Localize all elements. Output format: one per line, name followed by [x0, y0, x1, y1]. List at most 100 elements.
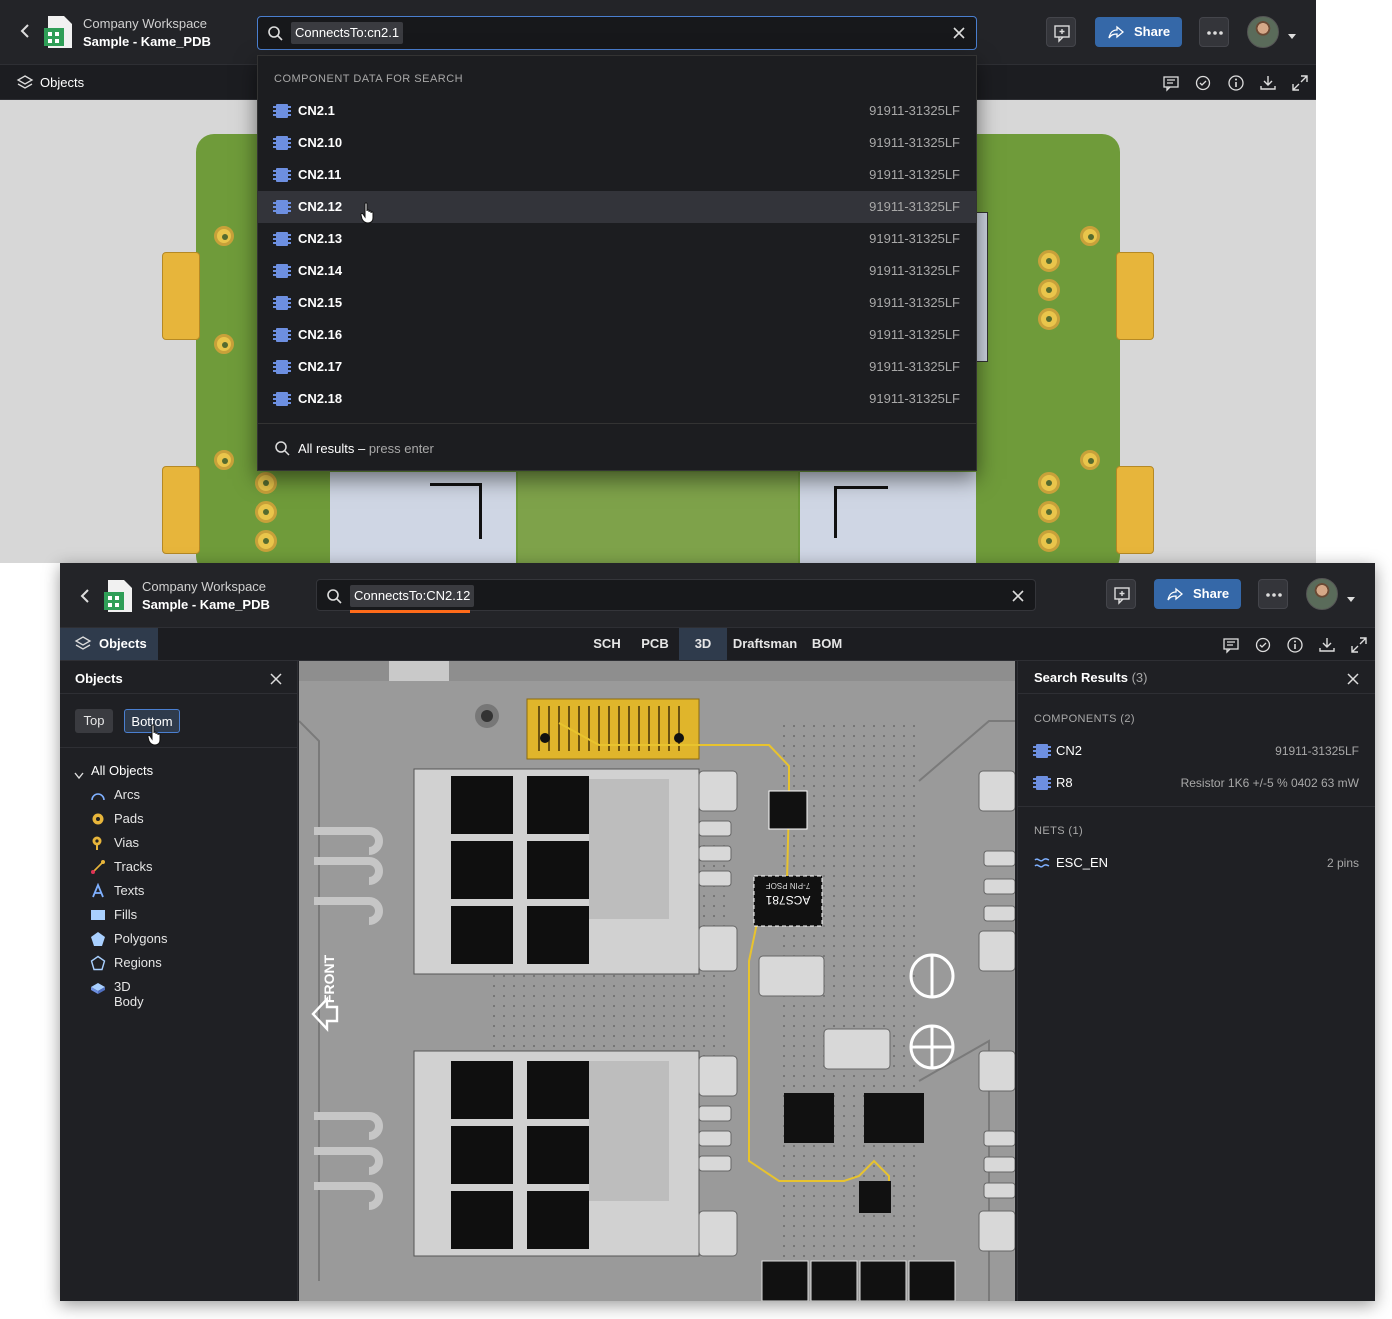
tab-bom[interactable]: BOM [806, 628, 848, 660]
suggestion-item[interactable]: CN2.1 91911-31325LF [258, 95, 976, 127]
search-box[interactable]: ConnectsTo:CN2.12 [316, 579, 1036, 613]
user-avatar[interactable] [1306, 578, 1338, 610]
result-name: CN2 [1056, 743, 1083, 758]
result-name: R8 [1056, 775, 1073, 790]
result-component-r8[interactable]: R8 Resistor 1K6 +/-5 % 0402 63 mW [1018, 769, 1375, 797]
object-label: Texts [114, 883, 145, 898]
layers-icon [74, 635, 92, 653]
panel-divider [1018, 693, 1375, 694]
search-input[interactable]: ConnectsTo:CN2.12 [350, 585, 475, 607]
suggestion-item[interactable]: CN2.18 91911-31325LF [258, 383, 976, 415]
comment-button[interactable] [1046, 17, 1076, 47]
back-icon[interactable] [16, 22, 34, 40]
pcb-marking [834, 486, 888, 538]
object-label: Pads [114, 811, 144, 826]
share-button[interactable]: Share [1154, 579, 1241, 609]
layers-icon [16, 74, 34, 92]
component-icon [273, 136, 291, 150]
object-label: 3D Body [114, 979, 144, 1009]
connector-left [162, 252, 200, 340]
search-box[interactable]: ConnectsTo:cn2.1 [257, 16, 977, 50]
download-icon[interactable] [1259, 74, 1277, 92]
fullscreen-icon[interactable] [1291, 74, 1309, 92]
tab-pcb[interactable]: PCB [634, 628, 676, 660]
region-icon [90, 955, 106, 971]
3d-body-icon [90, 979, 106, 995]
result-detail: Resistor 1K6 +/-5 % 0402 63 mW [1180, 776, 1359, 790]
objects-tab[interactable]: Objects [40, 75, 84, 90]
components-header: COMPONENTS (2) [1034, 713, 1135, 725]
side-top-button[interactable]: Top [75, 709, 113, 733]
clear-search-icon[interactable] [952, 26, 966, 40]
tab-draftsman[interactable]: Draftsman [732, 628, 798, 660]
component-icon [273, 200, 291, 214]
back-icon[interactable] [76, 587, 94, 605]
suggestion-item[interactable]: CN2.10 91911-31325LF [258, 127, 976, 159]
close-icon[interactable] [1347, 672, 1359, 685]
result-component-cn2[interactable]: CN2 91911-31325LF [1018, 737, 1375, 765]
all-objects-node[interactable]: All Objects [91, 763, 153, 778]
info-icon[interactable] [1286, 636, 1304, 654]
search-input[interactable]: ConnectsTo:cn2.1 [291, 22, 404, 44]
review-icon[interactable] [1194, 74, 1212, 92]
chevron-down-icon[interactable] [1346, 591, 1356, 602]
result-detail: 2 pins [1326, 856, 1359, 870]
share-button[interactable]: Share [1095, 17, 1182, 47]
suggestion-item[interactable]: CN2.16 91911-31325LF [258, 319, 976, 351]
suggestion-item[interactable]: CN2.11 91911-31325LF [258, 159, 976, 191]
pad-hole [255, 472, 277, 494]
suggestion-item[interactable]: CN2.13 91911-31325LF [258, 223, 976, 255]
dropdown-header: COMPONENT DATA FOR SEARCH [274, 73, 464, 85]
suggestion-item[interactable]: CN2.14 91911-31325LF [258, 255, 976, 287]
share-icon [1108, 24, 1125, 40]
comment-button[interactable] [1106, 579, 1136, 609]
chevron-down-icon[interactable] [74, 767, 84, 780]
download-icon[interactable] [1318, 636, 1336, 654]
more-options-button[interactable] [1258, 579, 1288, 609]
dropdown-divider [258, 423, 976, 424]
info-icon[interactable] [1227, 74, 1245, 92]
workspace-name: Company Workspace [142, 579, 267, 594]
pad-hole [1038, 530, 1060, 552]
comments-icon[interactable] [1162, 74, 1180, 92]
chip-marking: ACS781 [765, 893, 811, 907]
project-file-icon [42, 14, 76, 50]
component-icon [273, 328, 291, 342]
nets-header: NETS (1) [1034, 825, 1084, 837]
user-avatar[interactable] [1247, 16, 1279, 48]
fullscreen-icon[interactable] [1350, 636, 1368, 654]
comments-icon[interactable] [1222, 636, 1240, 654]
share-icon [1167, 586, 1184, 602]
suggestion-part-number: 91911-31325LF [869, 327, 960, 342]
pad-hole [1038, 501, 1060, 523]
more-options-button[interactable] [1199, 17, 1229, 47]
suggestion-part-number: 91911-31325LF [869, 359, 960, 374]
pcb-3d-view[interactable]: FRONT ACS781 7-PIN PSOF [299, 661, 1015, 1301]
suggestion-name: CN2.13 [298, 231, 343, 246]
close-icon[interactable] [270, 672, 282, 685]
object-label: Vias [114, 835, 140, 850]
objects-tab-label: Objects [99, 636, 147, 651]
review-icon[interactable] [1254, 636, 1272, 654]
panel-divider [60, 693, 297, 694]
tab-sch[interactable]: SCH [586, 628, 628, 660]
pad-hole [214, 334, 234, 354]
objects-tab[interactable]: Objects [60, 628, 158, 660]
tab-3d[interactable]: 3D [679, 628, 727, 660]
chevron-down-icon[interactable] [1287, 28, 1297, 39]
window-front: Company Workspace Sample - Kame_PDB Conn… [60, 563, 1375, 1301]
objects-panel-title: Objects [75, 671, 123, 686]
clear-search-icon[interactable] [1011, 589, 1025, 603]
search-icon [274, 440, 290, 456]
search-results-title-text: Search Results [1034, 670, 1128, 685]
suggestion-item[interactable]: CN2.15 91911-31325LF [258, 287, 976, 319]
component-icon [273, 232, 291, 246]
pad-hole [1038, 308, 1060, 330]
workspace-name: Company Workspace [83, 16, 208, 31]
suggestion-name: CN2.10 [298, 135, 343, 150]
all-results-link[interactable]: All results – press enter [298, 441, 434, 456]
result-net-esc-en[interactable]: ESC_EN 2 pins [1018, 849, 1375, 877]
press-enter-hint: press enter [368, 441, 434, 456]
suggestion-item[interactable]: CN2.17 91911-31325LF [258, 351, 976, 383]
suggestion-part-number: 91911-31325LF [869, 103, 960, 118]
